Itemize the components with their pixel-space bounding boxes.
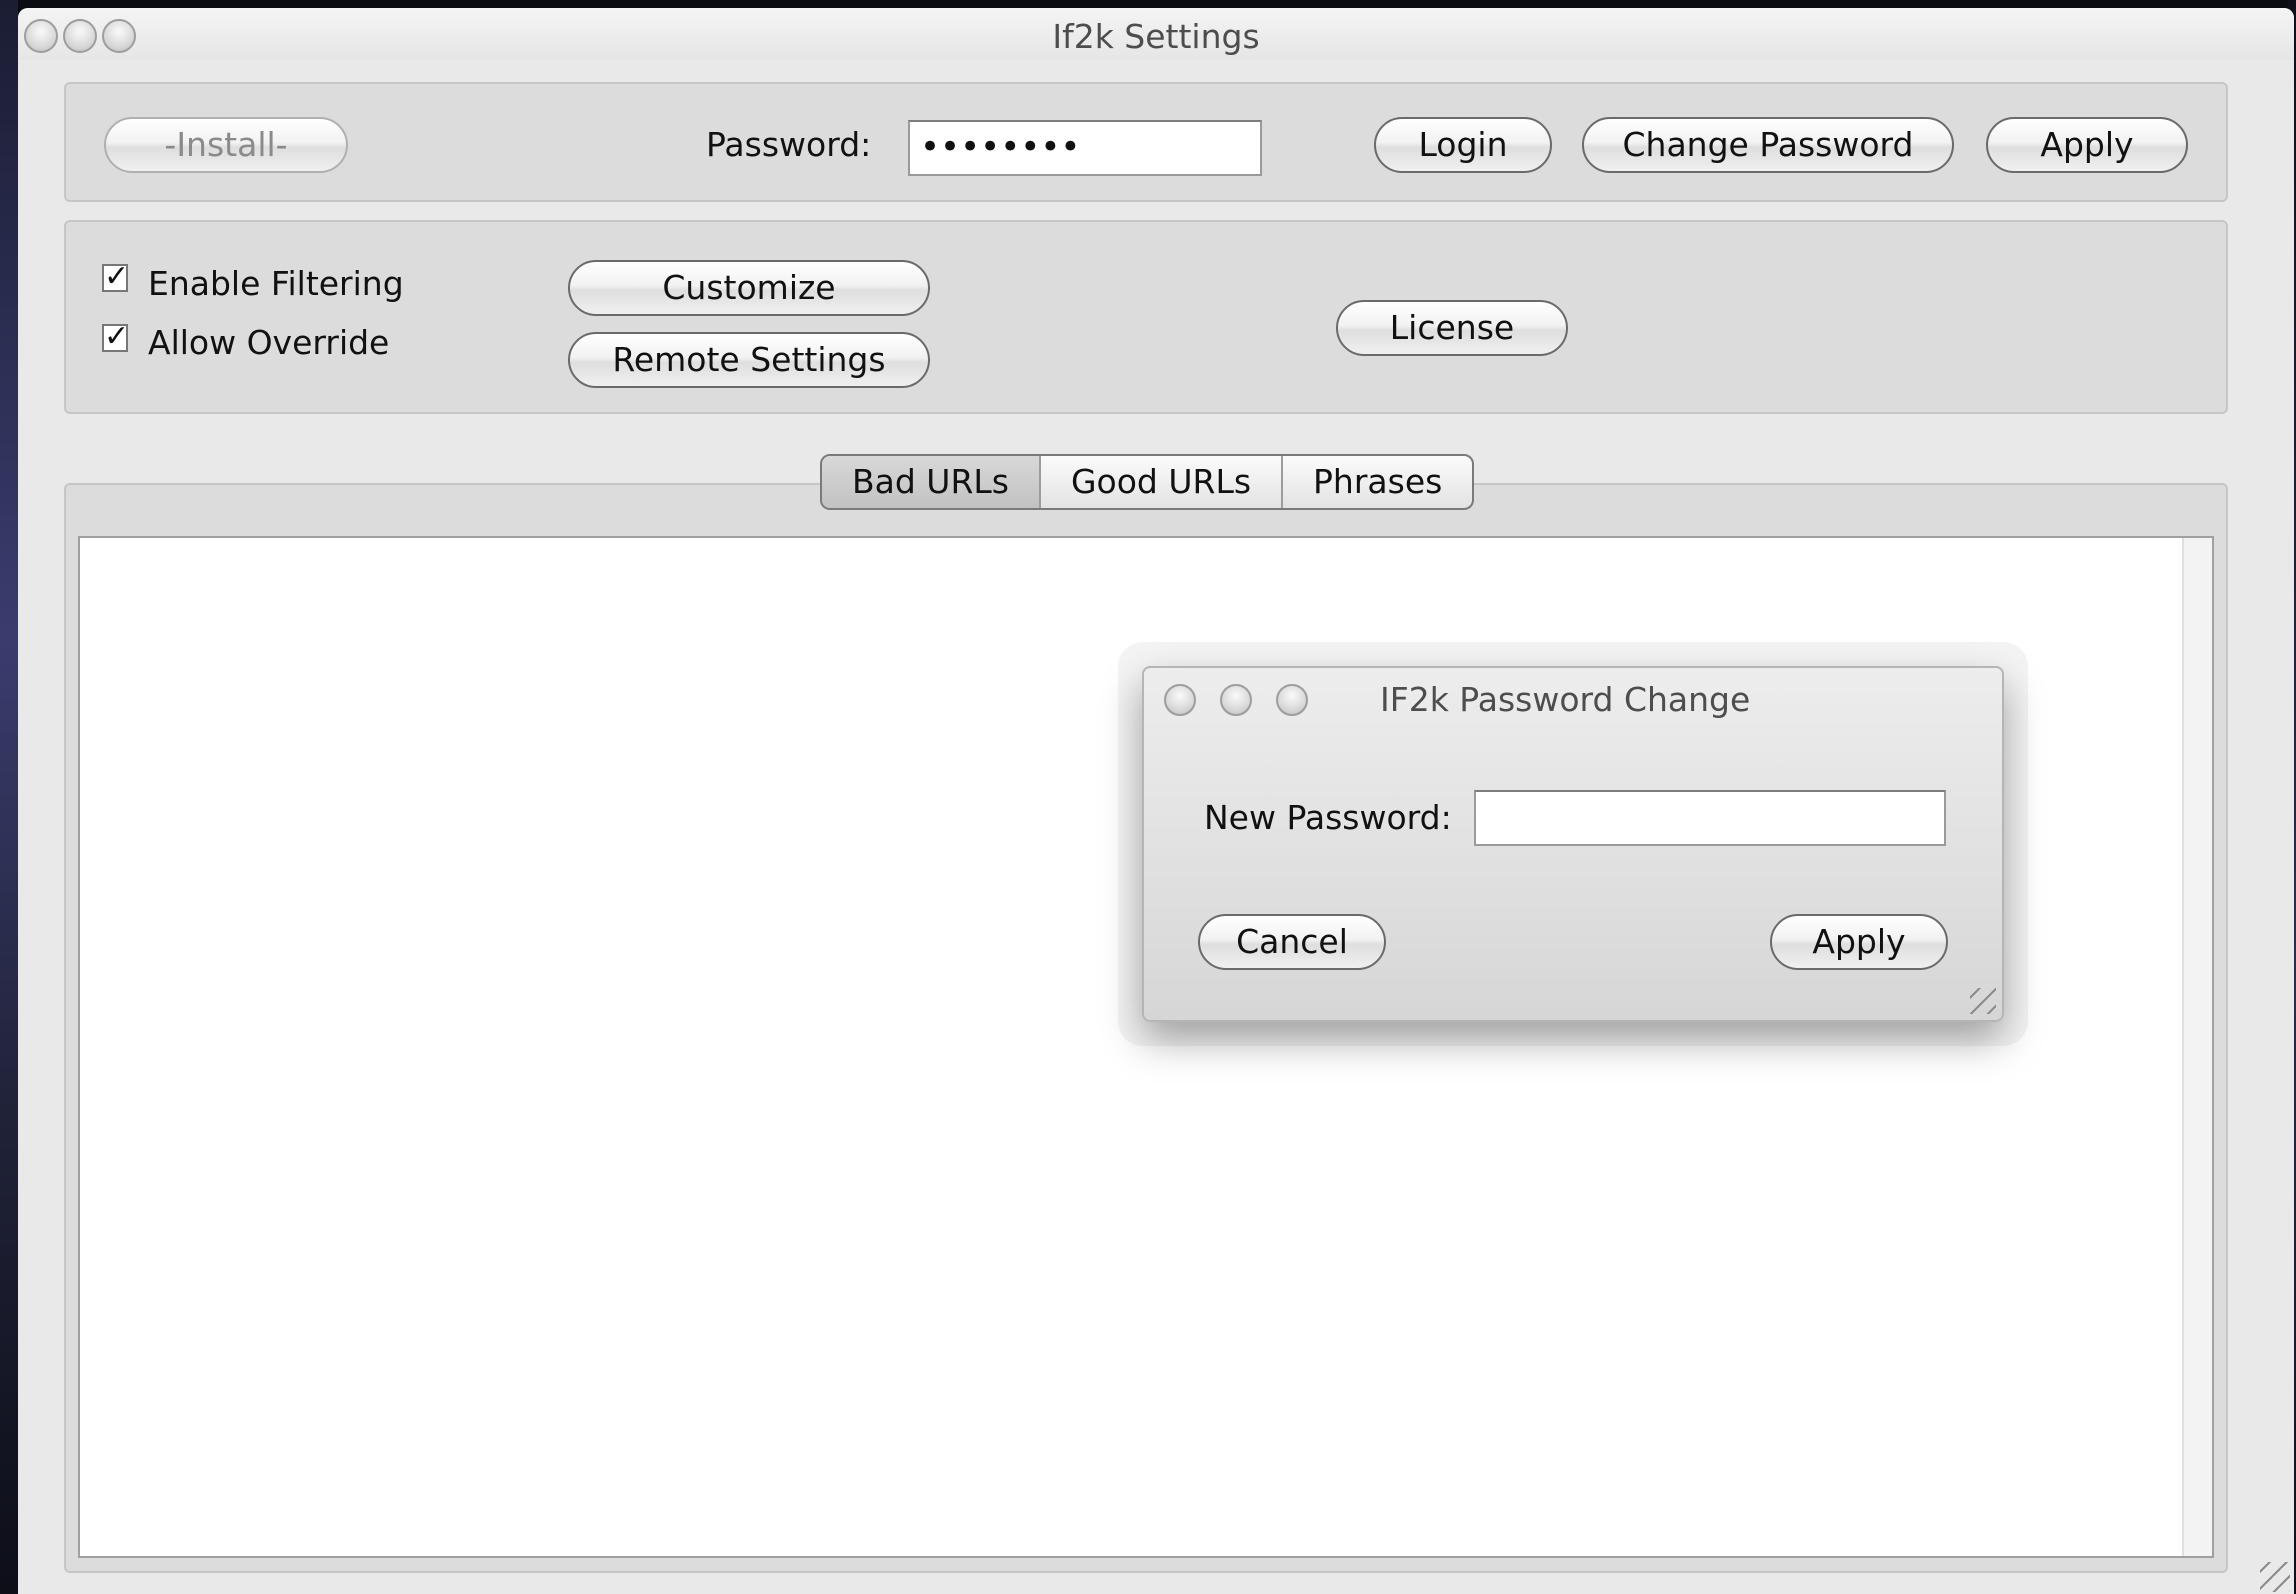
password-change-dialog: IF2k Password Change New Password: Cance… [1142, 666, 2004, 1022]
dialog-cancel-button[interactable]: Cancel [1198, 914, 1386, 970]
window-title: If2k Settings [1052, 17, 1260, 56]
password-field[interactable]: •••••••• [908, 120, 1262, 176]
tab-good-urls[interactable]: Good URLs [1038, 456, 1281, 508]
allow-override-checkbox[interactable]: ✓ [102, 322, 129, 352]
window-resize-grip-icon[interactable] [2260, 1562, 2290, 1592]
install-button[interactable]: -Install- [104, 117, 348, 173]
dialog-title: IF2k Password Change [1380, 680, 1751, 719]
customize-button[interactable]: Customize [568, 260, 930, 316]
dialog-close-button[interactable] [1164, 684, 1196, 716]
new-password-label: New Password: [1204, 798, 1452, 837]
tab-bar: Bad URLs Good URLs Phrases [820, 454, 1475, 510]
enable-filtering-label: Enable Filtering [148, 264, 404, 303]
license-button[interactable]: License [1336, 300, 1568, 356]
dialog-zoom-button[interactable] [1276, 684, 1308, 716]
options-panel [64, 220, 2228, 414]
dialog-apply-button[interactable]: Apply [1770, 914, 1948, 970]
vertical-scrollbar[interactable] [2182, 538, 2212, 1556]
checkmark-icon: ✓ [104, 259, 130, 294]
tab-phrases[interactable]: Phrases [1281, 456, 1472, 508]
window-titlebar[interactable]: If2k Settings [18, 8, 2294, 60]
desktop-background-left [0, 0, 18, 1594]
new-password-field[interactable] [1474, 790, 1946, 846]
dialog-resize-grip-icon[interactable] [1970, 988, 1996, 1014]
remote-settings-button[interactable]: Remote Settings [568, 332, 930, 388]
change-password-button[interactable]: Change Password [1582, 117, 1954, 173]
allow-override-label: Allow Override [148, 323, 390, 362]
login-button[interactable]: Login [1374, 117, 1552, 173]
tab-bad-urls[interactable]: Bad URLs [822, 456, 1039, 508]
settings-window: If2k Settings -Install- Password: ••••••… [18, 8, 2294, 1594]
dialog-minimize-button[interactable] [1220, 684, 1252, 716]
checkmark-icon: ✓ [104, 319, 130, 354]
apply-settings-button[interactable]: Apply [1986, 117, 2188, 173]
password-label: Password: [706, 125, 872, 164]
enable-filtering-checkbox[interactable]: ✓ [102, 262, 129, 292]
